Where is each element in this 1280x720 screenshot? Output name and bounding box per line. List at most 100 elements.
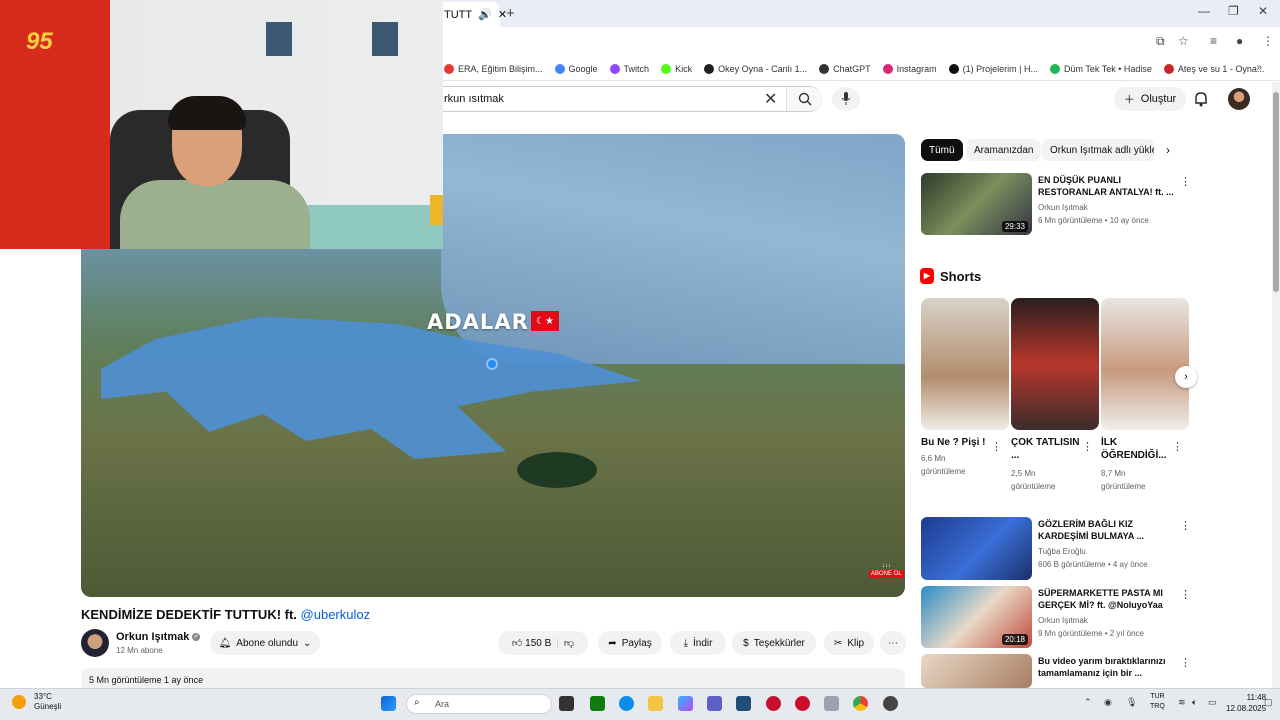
new-tab-icon[interactable]: + (506, 5, 515, 22)
file-explorer-icon[interactable] (648, 696, 663, 711)
video-thumbnail[interactable]: 29:33 (921, 173, 1032, 235)
voice-search-button[interactable] (832, 87, 860, 111)
create-button[interactable]: ＋ Oluştur (1114, 87, 1186, 111)
more-actions-button[interactable]: ⋯ (880, 631, 906, 655)
chip-from-search[interactable]: Aramanızdan (966, 139, 1042, 161)
title-mention-link[interactable]: @uberkuloz (301, 607, 371, 622)
battery-icon[interactable]: ▭ (1208, 697, 1217, 708)
tray-chevron-up-icon[interactable]: ⌃ (1084, 697, 1092, 708)
short-thumbnail[interactable] (921, 298, 1009, 430)
video-thumbnail[interactable]: 20:18 (921, 586, 1032, 648)
bookmark-okey[interactable]: Okey Oyna - Canlı 1... (704, 63, 807, 74)
subscribe-watermark[interactable]: ↓↓↓ ABONE OL (869, 562, 904, 578)
app-icon[interactable] (824, 696, 839, 711)
wifi-icon[interactable]: ≋ (1178, 697, 1186, 708)
short-title[interactable]: Bu Ne ? Pişi ! (921, 436, 991, 449)
bookmark-ates-ve-su[interactable]: Ateş ve su 1 - Oyna... (1163, 63, 1264, 74)
video-thumbnail[interactable] (921, 517, 1032, 580)
short-thumbnail[interactable] (1101, 298, 1189, 430)
teams-icon[interactable] (707, 696, 722, 711)
tray-app-icon[interactable]: ◉ (1104, 697, 1112, 708)
minimize-icon[interactable]: — (1198, 4, 1210, 18)
like-button[interactable]: 👍︎ 150 B (512, 637, 551, 649)
bookmark-projelerim[interactable]: (1) Projelerim | H... (948, 63, 1038, 74)
app-icon[interactable] (766, 696, 781, 711)
close-window-icon[interactable]: ✕ (1258, 4, 1268, 18)
language-code: TUR (1150, 693, 1165, 700)
notifications-icon[interactable]: ▢ (1264, 697, 1273, 708)
windows-start-icon[interactable] (381, 696, 396, 711)
dislike-icon[interactable]: 👎︎ (564, 637, 574, 649)
short-title[interactable]: İLK ÖĞRENDİĞİ... (1101, 436, 1171, 462)
more-bookmarks-icon[interactable]: » (1256, 62, 1262, 73)
search-button[interactable] (786, 87, 822, 111)
video-channel[interactable]: Orkun Işıtmak (1038, 203, 1088, 212)
video-menu-icon[interactable]: ⋮ (1180, 656, 1191, 669)
bookmark-chatgpt[interactable]: ChatGPT (819, 63, 871, 74)
video-menu-icon[interactable]: ⋮ (1180, 588, 1191, 601)
short-title[interactable]: ÇOK TATLISIN ... (1011, 436, 1081, 462)
language-indicator[interactable]: TUR TRQ (1150, 692, 1165, 712)
bookmark-era[interactable]: ERA, Eğitim Bilişim... (444, 63, 543, 74)
chip-channel-uploads[interactable]: Orkun Işıtmak adlı yükle (1042, 139, 1154, 161)
account-avatar[interactable] (1228, 88, 1250, 110)
bookmark-star-icon[interactable]: ☆ (1178, 34, 1189, 48)
notifications-bell-icon[interactable] (1194, 91, 1208, 107)
edge-icon[interactable] (619, 696, 634, 711)
tray-mic-icon[interactable]: 🎙︎ (1126, 697, 1137, 708)
subscribed-button[interactable]: 🔔︎ Abone olundu ⌄ (210, 631, 320, 655)
weather-widget[interactable]: 33°C Güneşli (12, 692, 72, 714)
scrollbar-thumb[interactable] (1273, 92, 1279, 292)
tab-audio-icon[interactable]: 🔊 (478, 8, 492, 21)
video-title[interactable]: GÖZLERİM BAĞLI KIZ KARDEŞİMİ BULMAYA ... (1038, 518, 1178, 542)
app-icon[interactable] (883, 696, 898, 711)
thanks-button[interactable]: $ Teşekkürler (732, 631, 816, 655)
video-title[interactable]: Bu video yarım bıraktıklarınızı tamamlam… (1038, 655, 1178, 679)
channel-avatar[interactable] (81, 629, 109, 657)
video-channel[interactable]: Tuğba Eroğlu (1038, 547, 1086, 556)
bookmark-kick[interactable]: Kick (661, 63, 692, 74)
short-thumbnail[interactable] (1011, 298, 1099, 430)
short-menu-icon[interactable]: ⋮ (1172, 440, 1183, 453)
clip-button[interactable]: ✂ Klip (824, 631, 874, 655)
profile-icon[interactable]: ● (1236, 34, 1243, 48)
channel-name[interactable]: Orkun Işıtmak ✓ (116, 631, 201, 643)
browser-tab[interactable]: TUTT 🔊 ✕ (436, 2, 507, 27)
video-title[interactable]: EN DÜŞÜK PUANLI RESTORANLAR ANTALYA! ft.… (1038, 174, 1178, 198)
clear-search-icon[interactable]: ✕ (764, 89, 777, 109)
xbox-icon[interactable] (590, 696, 605, 711)
store-icon[interactable] (736, 696, 751, 711)
taskbar-clock[interactable]: 11:48 12.08.2025 (1226, 692, 1266, 714)
create-label: Oluştur (1140, 93, 1177, 105)
bookmark-twitch[interactable]: Twitch (609, 63, 649, 74)
bookmark-google[interactable]: Google (554, 63, 598, 74)
task-view-icon[interactable] (559, 696, 574, 711)
chip-all[interactable]: Tümü (921, 139, 963, 161)
video-menu-icon[interactable]: ⋮ (1180, 175, 1191, 188)
volume-icon[interactable]: 🔈︎ (1192, 697, 1197, 708)
channel-name-text[interactable]: Orkun Işıtmak (116, 631, 189, 643)
chevron-right-icon[interactable]: › (1166, 143, 1170, 157)
video-thumbnail[interactable] (921, 654, 1032, 688)
short-menu-icon[interactable]: ⋮ (1082, 440, 1093, 453)
search-input[interactable]: rkun ısıtmak (444, 93, 504, 105)
menu-kebab-icon[interactable]: ⋮ (1262, 34, 1274, 48)
bookmark-dum-tek-tek[interactable]: Düm Tek Tek • Hadise (1050, 63, 1152, 74)
bookmark-instagram[interactable]: Instagram (882, 63, 937, 74)
share-button[interactable]: ➦ Paylaş (598, 631, 662, 655)
video-menu-icon[interactable]: ⋮ (1180, 519, 1191, 532)
download-button[interactable]: ⤓ İndir (670, 631, 726, 655)
video-channel[interactable]: Orkun Işıtmak (1038, 616, 1088, 625)
video-title[interactable]: SÜPERMARKETTE PASTA MI GERÇEK Mİ? ft. @N… (1038, 587, 1178, 611)
maximize-icon[interactable]: ❐ (1228, 4, 1239, 18)
short-menu-icon[interactable]: ⋮ (991, 440, 1002, 453)
shorts-next-button[interactable]: › (1175, 366, 1197, 388)
search-box[interactable]: rkun ısıtmak ✕ (436, 86, 822, 112)
taskbar-search[interactable]: Ara (406, 694, 552, 714)
chrome-icon[interactable] (853, 696, 868, 711)
copilot-icon[interactable] (678, 696, 693, 711)
install-app-icon[interactable]: ⧉ (1156, 34, 1165, 49)
page-scrollbar[interactable] (1272, 82, 1280, 688)
media-control-icon[interactable]: ≡ (1210, 34, 1217, 48)
app-icon[interactable] (795, 696, 810, 711)
